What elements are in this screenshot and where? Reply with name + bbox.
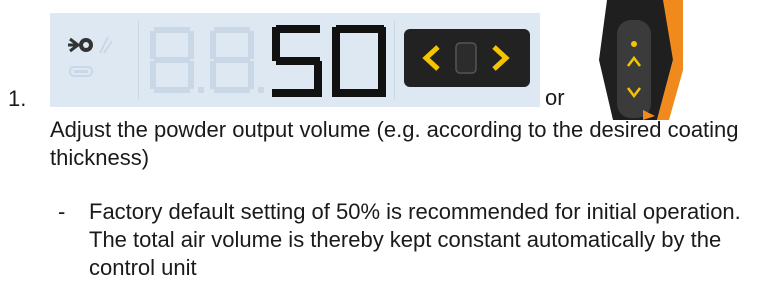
- control-panel-display: [50, 13, 540, 107]
- active-digit-5: [272, 25, 322, 97]
- or-label: or: [545, 85, 565, 110]
- note-text: Factory default setting of 50% is recomm…: [89, 199, 741, 280]
- increase-button[interactable]: [492, 45, 510, 71]
- ghost-digit: [150, 27, 204, 93]
- decrease-button[interactable]: [422, 45, 440, 71]
- note-bullet: -: [58, 199, 66, 224]
- arrow-keypad: [404, 29, 530, 87]
- active-digit-0: [332, 25, 386, 97]
- gun-handle-image: [577, 0, 687, 120]
- flow-rate-icon: [99, 36, 113, 54]
- powder-output-icon: [68, 37, 93, 53]
- chevron-right-icon: [492, 45, 510, 71]
- panel-status-icons: [64, 27, 134, 97]
- air-volume-icon: [69, 66, 93, 77]
- seven-segment-display: [146, 13, 391, 107]
- step-number: 1.: [8, 86, 27, 111]
- instruction-text: Adjust the powder output volume (e.g. ac…: [50, 117, 739, 170]
- chevron-left-icon: [422, 45, 440, 71]
- ghost-digit: [210, 27, 264, 93]
